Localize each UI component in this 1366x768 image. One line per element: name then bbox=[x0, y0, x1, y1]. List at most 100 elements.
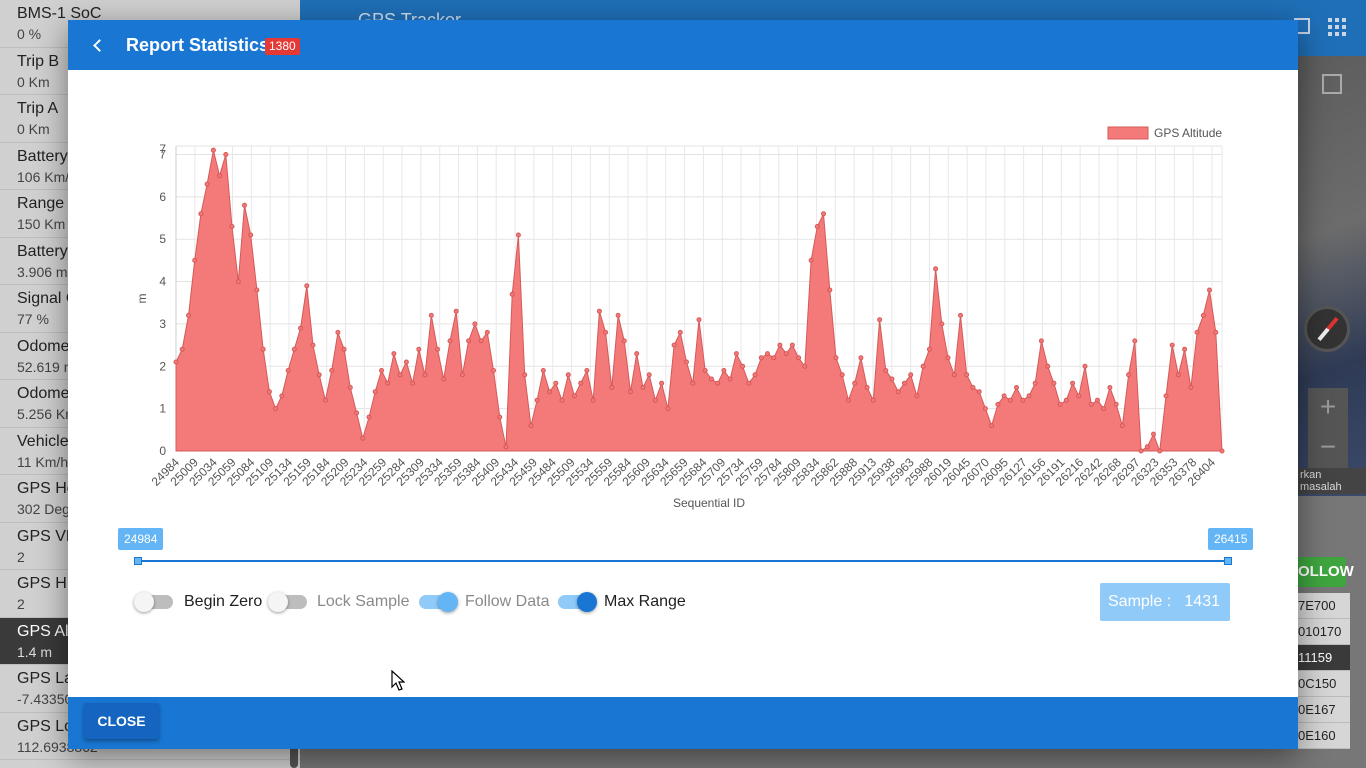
data-point bbox=[995, 401, 1001, 407]
data-point bbox=[534, 397, 540, 403]
data-point bbox=[596, 308, 602, 314]
data-point bbox=[559, 397, 565, 403]
y-tick-label: 5 bbox=[159, 232, 166, 246]
data-point bbox=[646, 372, 652, 378]
range-slider-min-handle[interactable] bbox=[134, 557, 142, 565]
y-axis-title: m bbox=[135, 294, 149, 304]
data-point bbox=[547, 389, 553, 395]
toggle-lock-sample[interactable]: Lock Sample bbox=[268, 583, 413, 621]
data-point bbox=[746, 380, 752, 386]
zoom-out-button[interactable]: − bbox=[1308, 428, 1348, 468]
data-point bbox=[1038, 338, 1044, 344]
data-point bbox=[964, 372, 970, 378]
compass-icon[interactable] bbox=[1304, 306, 1350, 352]
data-point bbox=[982, 406, 988, 412]
list-item[interactable]: 7E700 bbox=[1298, 593, 1350, 619]
data-point bbox=[827, 287, 833, 293]
sample-label: Sample : bbox=[1108, 593, 1172, 610]
y-tick-label: 4 bbox=[159, 275, 166, 289]
data-point bbox=[1020, 397, 1026, 403]
map-zoom-controls: + − bbox=[1308, 388, 1348, 468]
data-point bbox=[1088, 401, 1094, 407]
data-point bbox=[1144, 444, 1150, 450]
data-point bbox=[248, 232, 254, 238]
data-point bbox=[1163, 393, 1169, 399]
data-point bbox=[702, 368, 708, 373]
y-tick-label: 0 bbox=[159, 444, 166, 458]
zoom-in-button[interactable]: + bbox=[1308, 388, 1348, 428]
data-point bbox=[453, 308, 459, 314]
data-point bbox=[1082, 363, 1088, 369]
apps-grid-icon[interactable] bbox=[1328, 18, 1346, 36]
toggle-begin-zero[interactable]: Begin Zero bbox=[134, 583, 264, 621]
data-point bbox=[578, 380, 584, 386]
toggle-label: Follow Data bbox=[465, 593, 550, 610]
data-point bbox=[1101, 406, 1107, 412]
data-point bbox=[322, 397, 328, 403]
y-tick-label: 2 bbox=[159, 359, 166, 373]
y-tick-label: 3 bbox=[159, 317, 166, 331]
data-point bbox=[1188, 385, 1194, 390]
x-axis-title: Sequential ID bbox=[673, 496, 745, 510]
data-point bbox=[783, 351, 789, 357]
data-point bbox=[528, 423, 534, 429]
list-item[interactable]: 11159 bbox=[1298, 645, 1350, 671]
data-point bbox=[615, 312, 621, 318]
data-point bbox=[291, 346, 297, 352]
data-point bbox=[908, 372, 914, 378]
close-button[interactable]: CLOSE bbox=[84, 703, 159, 739]
data-point bbox=[379, 368, 384, 373]
data-point bbox=[279, 393, 285, 399]
data-point bbox=[914, 393, 920, 399]
data-point bbox=[802, 363, 808, 369]
toggle-max-range[interactable]: Max Range bbox=[555, 583, 690, 621]
legend-label: GPS Altitude bbox=[1154, 126, 1222, 140]
data-point bbox=[715, 380, 721, 386]
count-badge: 1380 bbox=[265, 38, 300, 55]
back-chevron-icon[interactable] bbox=[86, 33, 110, 57]
data-point bbox=[740, 363, 746, 369]
list-item[interactable]: 0C150 bbox=[1298, 671, 1350, 697]
mouse-cursor-icon bbox=[391, 670, 405, 691]
list-item[interactable]: 0E160 bbox=[1298, 723, 1350, 749]
data-point bbox=[634, 351, 640, 357]
data-point bbox=[895, 389, 901, 395]
map-expand-icon[interactable] bbox=[1322, 74, 1342, 94]
data-point bbox=[958, 312, 963, 318]
toggle-label: Begin Zero bbox=[184, 593, 263, 610]
map-view[interactable]: + − rkan masalah bbox=[1298, 56, 1366, 496]
data-point bbox=[902, 380, 907, 386]
data-point bbox=[447, 338, 453, 344]
data-point bbox=[478, 338, 484, 344]
data-point bbox=[260, 346, 266, 352]
follow-button[interactable]: OLLOW bbox=[1298, 557, 1354, 587]
data-point bbox=[677, 329, 683, 335]
map-report-caption[interactable]: rkan masalah bbox=[1298, 468, 1366, 494]
data-point bbox=[1182, 346, 1188, 352]
data-point bbox=[603, 329, 609, 335]
sample-count-box: Sample : 1431 bbox=[1100, 583, 1230, 621]
data-point bbox=[242, 202, 247, 208]
toggle-follow-data[interactable]: Follow Data bbox=[416, 583, 551, 621]
data-point bbox=[870, 397, 876, 403]
data-point bbox=[553, 380, 559, 386]
range-slider-max-handle[interactable] bbox=[1224, 557, 1232, 565]
data-point bbox=[1113, 401, 1119, 407]
data-point bbox=[939, 321, 945, 327]
toggle-thumb bbox=[134, 592, 154, 612]
data-point bbox=[652, 397, 658, 403]
data-point bbox=[584, 368, 590, 373]
data-point bbox=[316, 372, 322, 378]
report-statistics-dialog: Report Statistics 1380 0 1 2 3 4 5 6 7 7 24984 250… bbox=[68, 20, 1298, 749]
list-item[interactable]: 010170 bbox=[1298, 619, 1350, 645]
data-point bbox=[310, 342, 316, 348]
data-point bbox=[1200, 312, 1206, 318]
data-point bbox=[254, 287, 260, 293]
data-point bbox=[459, 372, 465, 378]
data-point bbox=[814, 224, 820, 229]
data-point bbox=[179, 346, 185, 352]
range-slider-track[interactable] bbox=[138, 560, 1228, 562]
data-point bbox=[621, 338, 627, 344]
data-point bbox=[1051, 380, 1057, 386]
list-item[interactable]: 0E167 bbox=[1298, 697, 1350, 723]
